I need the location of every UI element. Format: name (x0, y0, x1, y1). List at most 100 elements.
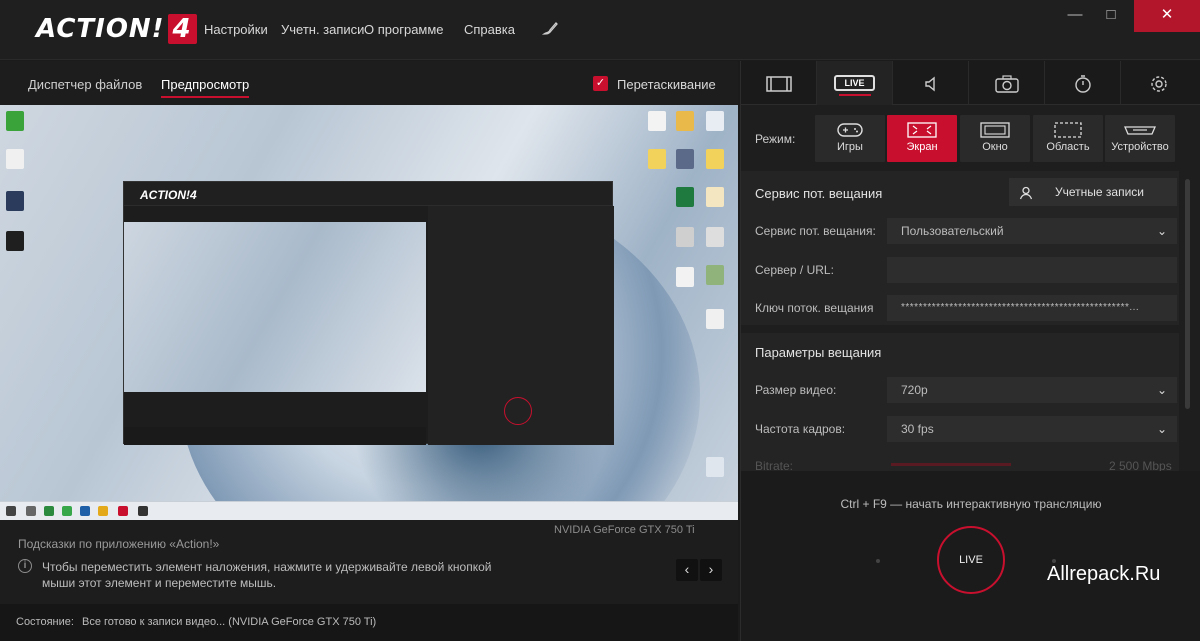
desktop-icon[interactable] (648, 111, 666, 131)
desktop-icon[interactable] (6, 231, 24, 251)
gear-icon (1150, 73, 1168, 93)
brush-icon[interactable] (541, 18, 561, 41)
desktop-icon[interactable] (706, 265, 724, 285)
video-size-label: Размер видео: (755, 383, 837, 397)
top-tabs: LIVE (741, 61, 1200, 105)
live-control-area: Ctrl + F9 — начать интерактивную трансля… (741, 471, 1200, 641)
hint-next-button[interactable]: › (700, 559, 722, 581)
tab-screenshot[interactable] (969, 61, 1045, 105)
desktop-icon[interactable] (706, 227, 724, 247)
service-select[interactable]: Пользовательский ⌄ (887, 218, 1177, 244)
mode-games-button[interactable]: Игры (815, 115, 885, 162)
device-icon (1105, 122, 1175, 138)
settings-scrollbar[interactable] (1185, 179, 1190, 409)
user-icon (1019, 178, 1033, 206)
desktop-icon[interactable] (648, 149, 666, 169)
area-icon (1033, 122, 1103, 138)
folder-icon[interactable] (98, 506, 108, 516)
tab-video[interactable] (741, 61, 817, 105)
start-icon[interactable] (6, 506, 16, 516)
live-start-button[interactable]: LIVE (937, 526, 1005, 594)
desktop-icon[interactable] (6, 191, 24, 211)
maximize-button[interactable]: □ (1088, 0, 1134, 32)
right-pane: LIVE Режим: Игры Экран Окно Область Устр… (740, 61, 1200, 641)
mode-games-label: Игры (837, 141, 863, 153)
mode-window-button[interactable]: Окно (960, 115, 1030, 162)
fps-value: 30 fps (901, 422, 934, 436)
taskbar-app-icon[interactable] (62, 506, 72, 516)
mode-area-button[interactable]: Область (1033, 115, 1103, 162)
stream-key-input[interactable]: ****************************************… (887, 295, 1177, 321)
chevron-down-icon: ⌄ (1156, 224, 1167, 238)
app-logo: ACTION! 4 (36, 14, 197, 44)
mode-screen-button[interactable]: Экран (887, 115, 957, 162)
tab-audio[interactable] (893, 61, 969, 105)
film-icon (765, 73, 792, 93)
accounts-button-label: Учетные записи (1055, 185, 1144, 199)
indicator-dot (876, 559, 880, 563)
chevron-down-icon: ⌄ (1156, 422, 1167, 436)
menu-about[interactable]: О программе (364, 22, 444, 37)
nested-title-bar (124, 182, 612, 206)
watermark-text: Allrepack.Ru (1047, 563, 1161, 585)
desktop-icon[interactable] (706, 187, 724, 207)
gamepad-icon (815, 122, 885, 138)
desktop-icon[interactable] (676, 111, 694, 131)
server-label: Сервер / URL: (755, 263, 834, 277)
tab-timer[interactable] (1045, 61, 1121, 105)
window-icon (960, 122, 1030, 138)
tab-live[interactable]: LIVE (817, 61, 893, 105)
status-text: Все готово к записи видео... (NVIDIA GeF… (82, 616, 377, 628)
gpu-label: NVIDIA GeForce GTX 750 Ti (554, 524, 695, 536)
desktop-icon[interactable] (676, 267, 694, 287)
desktop-icon[interactable] (676, 227, 694, 247)
nested-status (124, 427, 426, 445)
mode-window-label: Окно (982, 141, 1008, 153)
video-size-value: 720p (901, 383, 928, 397)
taskbar-app-icon[interactable] (138, 506, 148, 516)
status-label: Состояние: (16, 616, 74, 628)
desktop-icon[interactable] (6, 111, 24, 131)
desktop-icon[interactable] (6, 149, 24, 169)
taskbar-action-icon[interactable] (118, 506, 128, 516)
bitrate-slider[interactable] (891, 463, 1011, 466)
search-icon[interactable] (26, 506, 36, 516)
taskbar-app-icon[interactable] (44, 506, 54, 516)
hotkey-hint: Ctrl + F9 — начать интерактивную трансля… (840, 497, 1102, 511)
tab-preview[interactable]: Предпросмотр (161, 77, 250, 98)
drag-checkbox[interactable]: ✓ (593, 76, 608, 91)
desktop-icon[interactable] (676, 149, 694, 169)
screen-icon (887, 122, 957, 138)
fps-select[interactable]: 30 fps ⌄ (887, 416, 1177, 442)
recycle-bin-icon[interactable] (706, 457, 724, 477)
nested-live-button (504, 397, 532, 425)
desktop-icon[interactable] (676, 187, 694, 207)
desktop-icon[interactable] (706, 149, 724, 169)
desktop-icon[interactable] (706, 111, 724, 131)
desktop-icon[interactable] (706, 309, 724, 329)
menu-help[interactable]: Справка (464, 22, 515, 37)
accounts-button[interactable]: Учетные записи (1009, 178, 1177, 206)
menu-settings[interactable]: Настройки (204, 22, 268, 37)
tab-live-underline (839, 94, 871, 96)
stream-key-label: Ключ поток. вещания (755, 301, 874, 315)
taskbar-app-icon[interactable] (80, 506, 90, 516)
close-button[interactable]: ✕ (1134, 0, 1200, 32)
live-badge: LIVE (834, 75, 875, 91)
info-icon: i (18, 559, 32, 573)
status-bar: Состояние: Все готово к записи видео... … (0, 604, 738, 641)
mode-screen-label: Экран (906, 141, 938, 153)
service-label: Сервис пот. вещания: (755, 224, 876, 238)
hint-prev-button[interactable]: ‹ (676, 559, 698, 581)
speaker-icon (922, 73, 940, 93)
mode-device-button[interactable]: Устройство (1105, 115, 1175, 162)
tab-file-manager[interactable]: Диспетчер файлов (28, 77, 142, 92)
server-url-input[interactable] (887, 257, 1177, 283)
chevron-down-icon: ⌄ (1156, 383, 1167, 397)
menu-accounts[interactable]: Учетн. записи (281, 22, 364, 37)
hints-title: Подсказки по приложению «Action!» (18, 537, 220, 551)
left-pane: Диспетчер файлов Предпросмотр ✓ Перетаск… (0, 61, 738, 604)
video-size-select[interactable]: 720p ⌄ (887, 377, 1177, 403)
tab-settings[interactable] (1121, 61, 1197, 105)
desktop-preview[interactable]: ACTION!4 (0, 105, 738, 520)
